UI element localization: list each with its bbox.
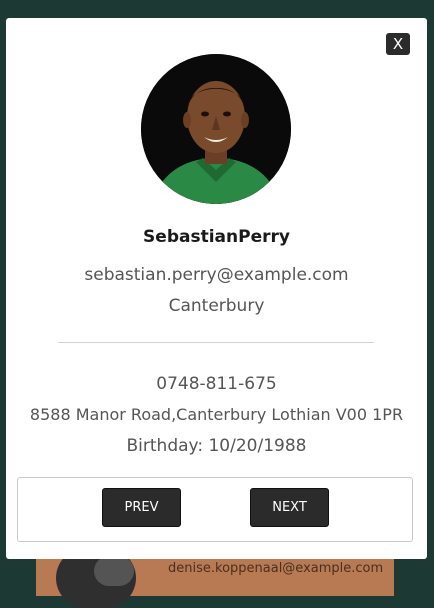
user-name: SebastianPerry: [143, 227, 290, 247]
user-phone: 0748-811-675: [156, 374, 277, 394]
avatar-photo: [141, 54, 291, 204]
close-button[interactable]: X: [386, 33, 410, 55]
divider: [58, 342, 374, 343]
user-city: Canterbury: [168, 296, 265, 316]
background-email: denise.koppenaal@example.com: [168, 561, 384, 576]
navigation-panel: PREV NEXT: [17, 477, 413, 542]
background-avatar-inner: [94, 556, 134, 586]
user-address: 8588 Manor Road,Canterbury Lothian V00 1…: [29, 405, 404, 424]
user-email: sebastian.perry@example.com: [84, 265, 349, 285]
user-birthday: Birthday: 10/20/1988: [126, 436, 307, 456]
user-detail-modal: X SebastianPerry sebastian.perry@example…: [6, 18, 427, 559]
avatar: [141, 54, 291, 204]
prev-button[interactable]: PREV: [102, 488, 181, 527]
next-button[interactable]: NEXT: [250, 488, 329, 527]
